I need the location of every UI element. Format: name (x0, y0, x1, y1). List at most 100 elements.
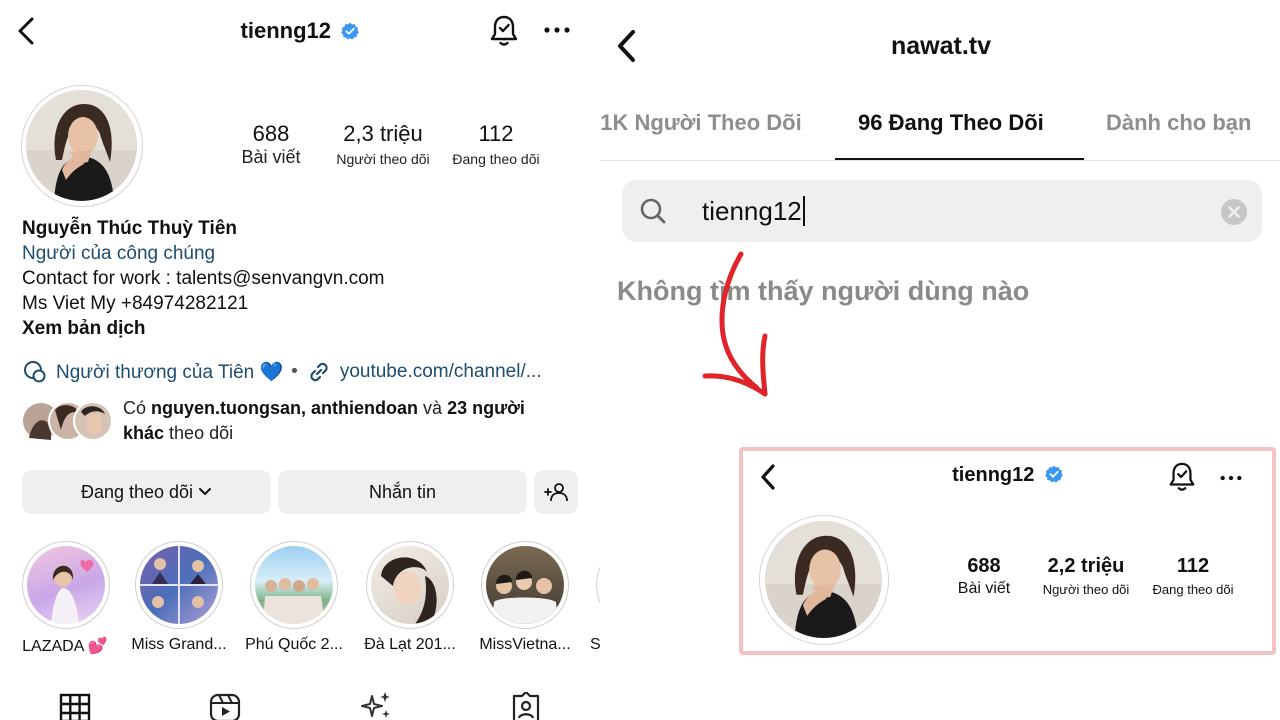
mutual-followers-avatars[interactable] (21, 400, 113, 444)
followed-by-others: khác (123, 423, 165, 443)
highlight-photo (263, 578, 325, 624)
page-title: nawat.tv (890, 32, 992, 60)
card-posts-label: Bài viết (957, 580, 1011, 597)
notification-bell-icon[interactable] (1167, 460, 1197, 494)
profile-preview-card: tienng12 688 Bài viết 2,2 triệu Người th… (739, 447, 1276, 655)
card-following-label: Đang theo dõi (1152, 582, 1234, 597)
highlight-thumbnail (140, 546, 218, 624)
verified-badge-icon (1045, 465, 1063, 483)
grid-icon[interactable] (59, 692, 91, 720)
no-results-message: Không tìm thấy người dùng nào (617, 276, 1030, 306)
highlight-label: Phú Quốc 2... (245, 636, 343, 653)
tab-suggested[interactable]: Dành cho bạn (1106, 110, 1251, 136)
highlight-thumbnail (486, 546, 564, 624)
card-following-stat[interactable]: 112 Đang theo dõi (1141, 555, 1245, 597)
card-username: tienng12 (952, 464, 1035, 486)
bio-line-contact: Contact for work : talents@senvangvn.com (22, 268, 385, 289)
card-posts-stat[interactable]: 688 Bài viết (939, 555, 1029, 598)
threads-link[interactable]: Người thương của Tiên 💙 (56, 360, 283, 384)
card-posts-count: 688 (967, 555, 1001, 577)
message-button[interactable]: Nhắn tin (278, 470, 527, 514)
text-cursor (802, 196, 805, 226)
card-followers-stat[interactable]: 2,2 triệu Người theo dõi (1031, 555, 1141, 597)
avatar-ring[interactable] (21, 85, 143, 207)
following-label: Đang theo dõi (452, 151, 540, 167)
sparkle-icon[interactable] (358, 690, 394, 720)
add-person-icon (544, 483, 568, 502)
following-stat[interactable]: 112 Đang theo dõi (444, 121, 548, 167)
avatar (765, 521, 882, 638)
highlight-photo (51, 559, 94, 624)
highlight-label: Đà Lạt 201... (364, 636, 456, 653)
highlight-label: S (590, 636, 600, 653)
posts-stat[interactable]: 688 Bài viết (231, 121, 311, 168)
link-separator: • (291, 361, 298, 382)
highlight-label: MissVietna... (479, 636, 571, 653)
more-options-icon[interactable] (543, 24, 571, 36)
link-icon (310, 362, 328, 382)
more-options-icon[interactable] (1219, 473, 1243, 483)
followers-count: 2,3 triệu (343, 121, 423, 146)
following-list-panel: nawat.tv 71K Người Theo Dõi 96 Đang Theo… (600, 0, 1280, 720)
card-followers-count: 2,2 triệu (1047, 555, 1125, 577)
reels-icon[interactable] (209, 692, 241, 720)
message-button-label: Nhắn tin (368, 481, 437, 502)
tab-followers[interactable]: 71K Người Theo Dõi (600, 110, 802, 136)
following-count: 112 (478, 121, 514, 146)
highlight-missvietnam[interactable] (481, 541, 569, 629)
avatar (26, 90, 137, 201)
search-input-value: tienng12 (702, 196, 802, 226)
tagged-icon[interactable] (510, 692, 542, 720)
highlight-thumbnail (255, 546, 333, 624)
card-following-count: 112 (1176, 555, 1210, 577)
followed-by-prefix: Có (123, 398, 147, 418)
highlight-photo (492, 570, 558, 624)
search-icon (640, 198, 666, 224)
followed-by-names: nguyen.tuongsan, anthiendoan (151, 398, 419, 418)
highlight-da-lat[interactable] (366, 541, 454, 629)
highlight-phu-quoc[interactable] (250, 541, 338, 629)
highlight-label: Miss Grand... (131, 636, 227, 653)
highlight-thumbnail (27, 546, 105, 624)
category-label: Người của công chúng (22, 243, 216, 264)
profile-links: Người thương của Tiên 💙 • youtube.com/ch… (22, 359, 592, 385)
highlight-thumbnail (371, 546, 449, 624)
profile-panel-left: tienng12 688 Bài viết 2,3 triệu Người th… (0, 0, 600, 720)
highlight-lazada[interactable] (22, 541, 110, 629)
full-name: Nguyễn Thúc Thuỳ Tiên (22, 218, 237, 239)
followed-by-suffix: theo dõi (169, 423, 234, 443)
card-avatar-ring[interactable] (759, 515, 889, 645)
highlight-label: LAZADA 💕 (22, 638, 108, 655)
followed-by-count: 23 người (447, 398, 525, 418)
card-followers-label: Người theo dõi (1042, 582, 1130, 597)
search-input[interactable]: tienng12 (702, 196, 805, 227)
followers-label: Người theo dõi (336, 151, 430, 167)
profile-username: tienng12 (240, 18, 331, 43)
followed-by-and: và (423, 398, 443, 418)
clear-icon[interactable] (1220, 198, 1248, 226)
posts-label: Bài viết (241, 147, 301, 167)
tabs-divider (600, 160, 1280, 161)
threads-icon (24, 361, 46, 383)
highlight-photo (381, 557, 437, 624)
search-bar[interactable]: tienng12 (622, 180, 1262, 242)
see-translation-link[interactable]: Xem bản dịch (22, 316, 582, 341)
profile-bio: Nguyễn Thúc Thuỳ Tiên Người của công chú… (22, 216, 582, 341)
following-button-label: Đang theo dõi (80, 481, 194, 502)
bio-line-phone: Ms Viet My +84974282121 (22, 293, 249, 314)
chevron-down-icon (199, 488, 212, 495)
following-button[interactable]: Đang theo dõi (22, 470, 271, 514)
posts-count: 688 (252, 121, 290, 146)
story-highlights: LAZADA 💕 Miss Grand... Phú Quốc 2... Đà … (0, 538, 600, 668)
active-tab-indicator (835, 158, 1084, 160)
highlight-miss-grand[interactable] (135, 541, 223, 629)
red-arrow (702, 251, 768, 397)
followers-stat[interactable]: 2,3 triệu Người theo dõi (327, 121, 439, 167)
tab-following[interactable]: 96 Đang Theo Dõi (858, 110, 1044, 136)
suggest-people-button[interactable] (534, 470, 578, 514)
notification-bell-icon[interactable] (488, 13, 520, 49)
followed-by-text[interactable]: Có nguyen.tuongsan, anthiendoan và 23 ng… (123, 396, 583, 446)
verified-badge-icon (341, 22, 360, 40)
highlight-photo (140, 546, 218, 624)
youtube-link[interactable]: youtube.com/channel/... (340, 361, 542, 383)
